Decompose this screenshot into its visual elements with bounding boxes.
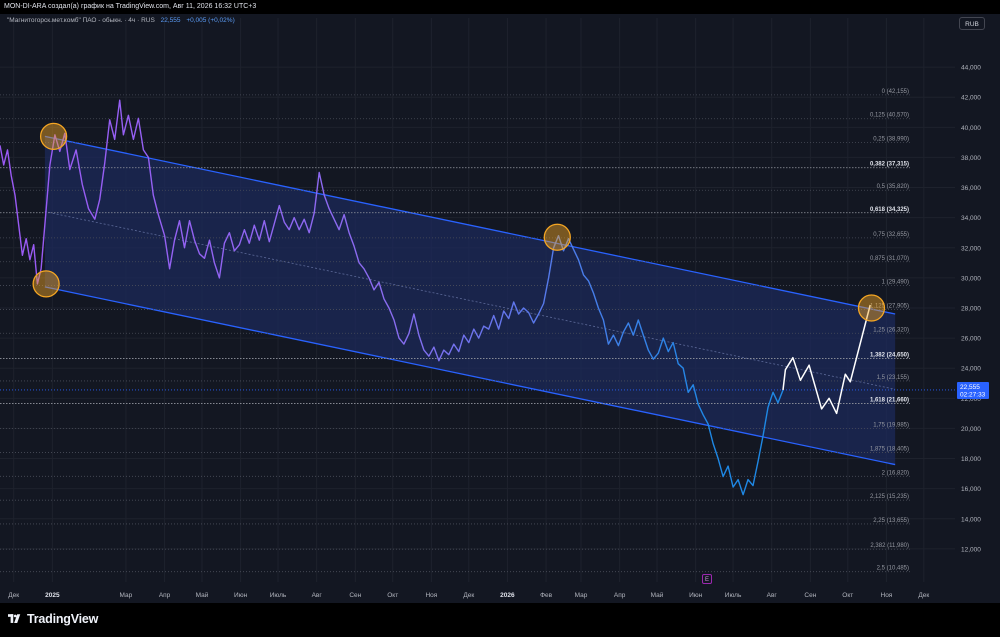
x-tick-label: Ноя — [425, 592, 437, 599]
y-tick-label: 18,000 — [961, 456, 981, 463]
tradingview-logo[interactable]: TradingView — [8, 612, 98, 626]
y-tick-label: 36,000 — [961, 185, 981, 192]
x-tick-label: Апр — [614, 592, 626, 599]
x-tick-label: Май — [651, 591, 664, 599]
x-tick-label: Окт — [387, 592, 398, 599]
price-tag-countdown: 02:27:33 — [960, 391, 986, 398]
attribution-bar: MON-DI-ARA создал(а) график на TradingVi… — [0, 0, 1000, 14]
fib-level-label: 1 (29,490) — [882, 280, 909, 286]
fib-level-label: 2 (16,820) — [882, 470, 909, 476]
fib-level-label: 0,382 (37,315) — [870, 162, 909, 168]
channel-fill — [44, 136, 896, 465]
fib-level-label: 0 (42,155) — [882, 89, 909, 95]
x-tick-label: Авг — [767, 592, 778, 599]
fib-level-label: 0,125 (40,570) — [870, 113, 909, 119]
y-tick-label: 34,000 — [961, 215, 981, 222]
x-tick-label: Дек — [463, 592, 474, 599]
y-tick-label: 44,000 — [961, 65, 981, 72]
y-tick-label: 24,000 — [961, 366, 981, 373]
x-tick-label: Ноя — [881, 592, 893, 599]
y-tick-label: 30,000 — [961, 275, 981, 282]
y-tick-label: 14,000 — [961, 516, 981, 523]
chart-canvas[interactable]: 0 (42,155) 0,125 (40,570) 0,25 (38,990) 0,3… — [0, 14, 1000, 603]
brand-name: TradingView — [27, 612, 99, 626]
fib-level-label: 2,125 (15,235) — [870, 494, 909, 500]
x-tick-label: Июль — [270, 592, 287, 599]
x-tick-label: Апр — [159, 592, 171, 599]
tradingview-logo-icon — [8, 614, 21, 623]
y-tick-label: 26,000 — [961, 336, 981, 343]
y-tick-label: 42,000 — [961, 95, 981, 102]
fib-level-label: 2,382 (11,980) — [870, 543, 909, 549]
earnings-icon[interactable]: E — [702, 574, 712, 584]
x-tick-label: Сен — [804, 592, 816, 599]
current-price-tag: 22,555 02:27:33 — [957, 381, 989, 399]
fib-level-label: 2,25 (13,655) — [873, 518, 909, 524]
x-tick-label: Июн — [234, 592, 248, 599]
x-tick-label: Июн — [689, 592, 703, 599]
circle-marker — [32, 270, 60, 298]
x-tick-label: Окт — [842, 592, 853, 599]
y-tick-label: 20,000 — [961, 426, 981, 433]
y-tick-label: 28,000 — [961, 305, 981, 312]
time-axis[interactable]: Дек 2025 Мар Апр Май Июн Июль Авг Сен Окт Ноя Дек 20… — [8, 591, 929, 599]
currency-button[interactable]: RUB — [959, 17, 985, 30]
x-tick-label: Фев — [540, 592, 553, 599]
symbol-legend[interactable]: "Магнитогорск.мет.комб" ПАО - обыкн. · 4… — [7, 17, 235, 24]
fib-level-label: 1,382 (24,650) — [870, 352, 909, 358]
fib-level-label: 1,75 (19,985) — [873, 423, 909, 429]
circle-marker — [543, 223, 571, 251]
fib-level-label: 0,618 (34,325) — [870, 207, 909, 213]
price-axis[interactable]: 44,000 42,000 40,000 38,000 36,000 34,000 32,0… — [961, 65, 981, 554]
x-tick-label: Июль — [725, 592, 742, 599]
x-tick-label: Сен — [349, 592, 361, 599]
fib-level-label: 1,875 (18,405) — [870, 446, 909, 452]
fib-level-label: 0,25 (38,990) — [873, 137, 909, 143]
x-tick-label: 2026 — [500, 592, 515, 599]
y-tick-label: 12,000 — [961, 546, 981, 553]
y-tick-label: 32,000 — [961, 245, 981, 252]
legend-price: 22,555 — [160, 17, 181, 24]
fib-level-label: 1,25 (26,320) — [873, 327, 909, 333]
attribution-text: MON-DI-ARA создал(а) график на TradingVi… — [4, 3, 257, 10]
x-tick-label: Мар — [120, 592, 133, 599]
fib-level-label: 0,875 (31,070) — [870, 256, 909, 262]
circle-marker — [39, 122, 68, 150]
y-tick-label: 38,000 — [961, 155, 981, 162]
fib-level-label: 1,5 (23,155) — [877, 375, 909, 381]
x-tick-label: Дек — [918, 592, 929, 599]
price-tag-price: 22,555 — [960, 384, 980, 391]
x-tick-label: Авг — [312, 592, 323, 599]
regression-channel — [44, 135, 896, 466]
x-tick-label: Дек — [8, 592, 19, 599]
circle-marker — [857, 294, 886, 322]
y-tick-label: 40,000 — [961, 125, 981, 132]
x-tick-label: Май — [196, 591, 209, 599]
footer-bar — [0, 603, 1000, 637]
x-tick-label: Мар — [575, 592, 588, 599]
fib-level-label: 1,618 (21,660) — [870, 397, 909, 403]
legend-change: +0,005 (+0,02%) — [186, 17, 235, 24]
x-tick-label: 2025 — [45, 592, 60, 599]
fib-level-label: 0,5 (35,820) — [877, 184, 909, 190]
fib-level-label: 0,75 (32,655) — [873, 232, 909, 238]
y-tick-label: 16,000 — [961, 486, 981, 493]
symbol-name: "Магнитогорск.мет.комб" ПАО - обыкн. · 4… — [7, 17, 155, 24]
fib-level-label: 2,5 (10,485) — [877, 566, 909, 572]
